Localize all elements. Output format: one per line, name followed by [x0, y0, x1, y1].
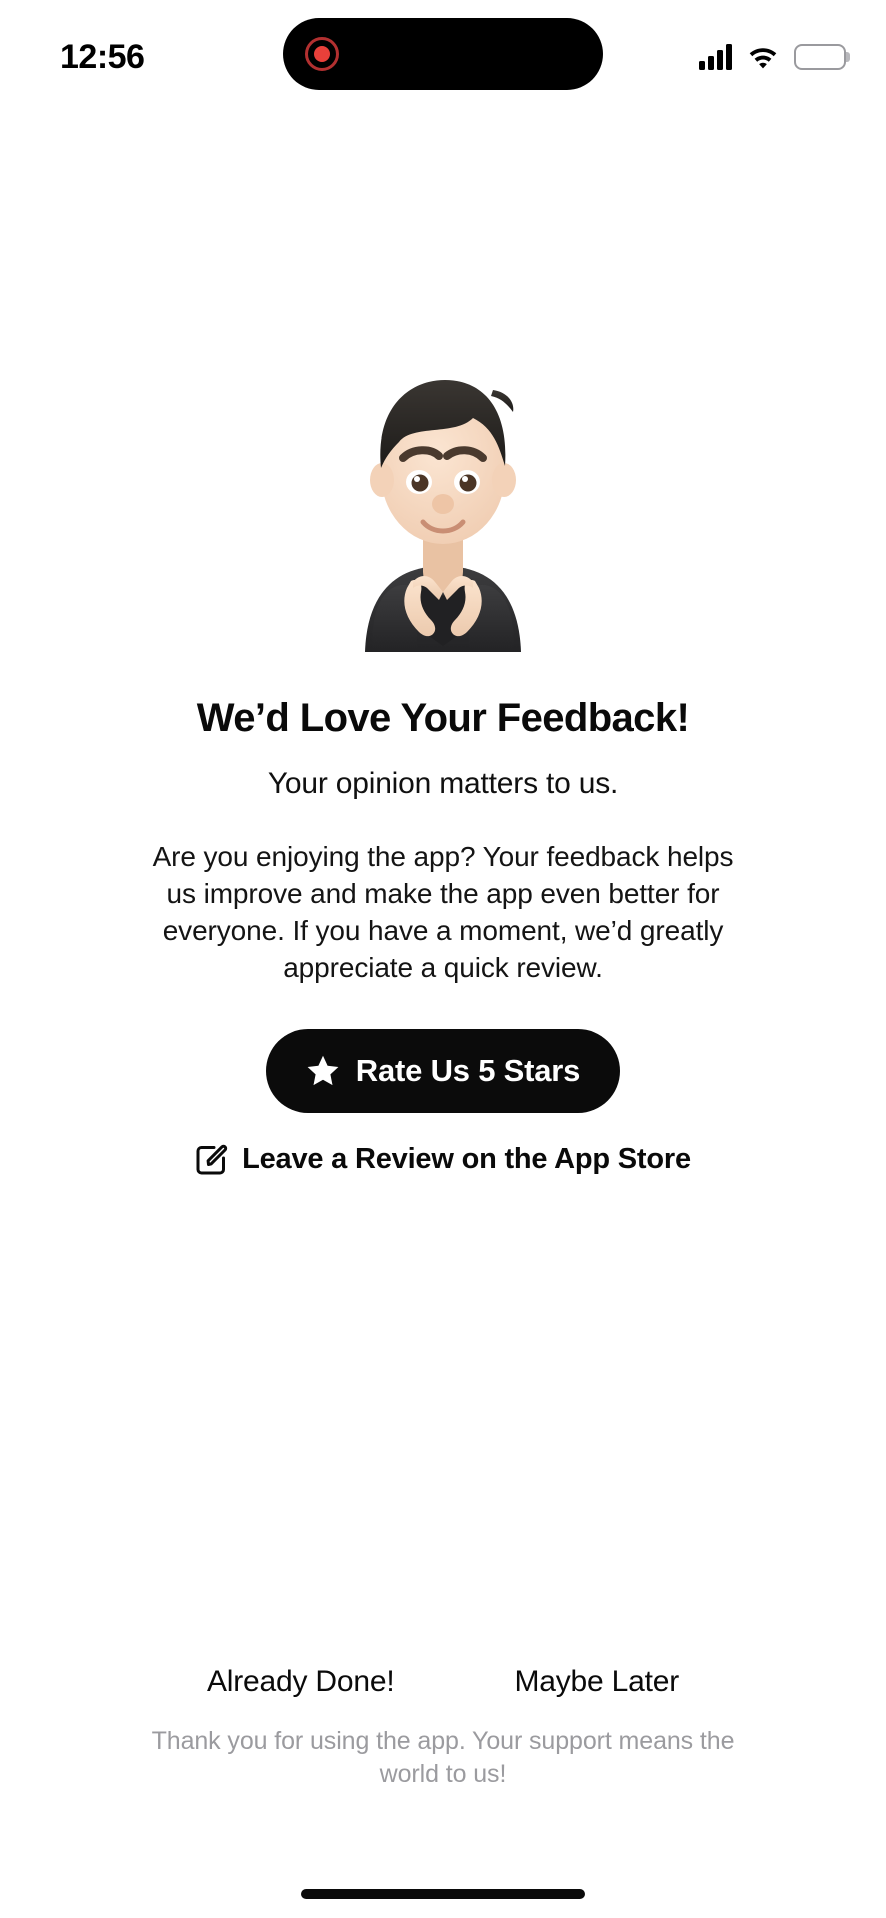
- secondary-actions: Already Done! Maybe Later: [36, 1665, 850, 1699]
- record-dot-icon: [305, 37, 339, 71]
- leave-review-link[interactable]: Leave a Review on the App Store: [189, 1139, 697, 1180]
- already-done-button[interactable]: Already Done!: [207, 1665, 395, 1699]
- status-bar-time: 12:56: [60, 38, 145, 76]
- app-screen: 12:56 We’d Love Your Feedback! Your opin…: [0, 0, 886, 1918]
- main-content: We’d Love Your Feedback! Your opinion ma…: [0, 110, 886, 1870]
- home-indicator-area: [0, 1870, 886, 1918]
- dynamic-island[interactable]: [283, 18, 603, 90]
- maybe-later-button[interactable]: Maybe Later: [514, 1665, 679, 1699]
- star-icon: [306, 1054, 340, 1088]
- memoji-heart-hands-icon: [365, 380, 521, 652]
- home-indicator[interactable]: [301, 1889, 585, 1899]
- body-copy: Are you enjoying the app? Your feedback …: [152, 840, 734, 983]
- footer-note: Thank you for using the app. Your suppor…: [151, 1726, 735, 1789]
- cellular-signal-icon: [699, 44, 732, 70]
- rate-us-button[interactable]: Rate Us 5 Stars: [265, 1028, 621, 1113]
- wifi-icon: [746, 44, 780, 70]
- page-subtitle: Your opinion matters to us.: [267, 766, 619, 800]
- rate-us-button-label: Rate Us 5 Stars: [355, 1052, 581, 1088]
- page-title: We’d Love Your Feedback!: [196, 696, 690, 740]
- compose-square-pencil-icon: [195, 1143, 228, 1176]
- status-bar-indicators: [699, 44, 850, 70]
- hero-illustration: [343, 362, 543, 652]
- status-bar: 12:56: [0, 0, 886, 110]
- leave-review-link-label: Leave a Review on the App Store: [242, 1142, 691, 1175]
- battery-icon: [794, 44, 850, 70]
